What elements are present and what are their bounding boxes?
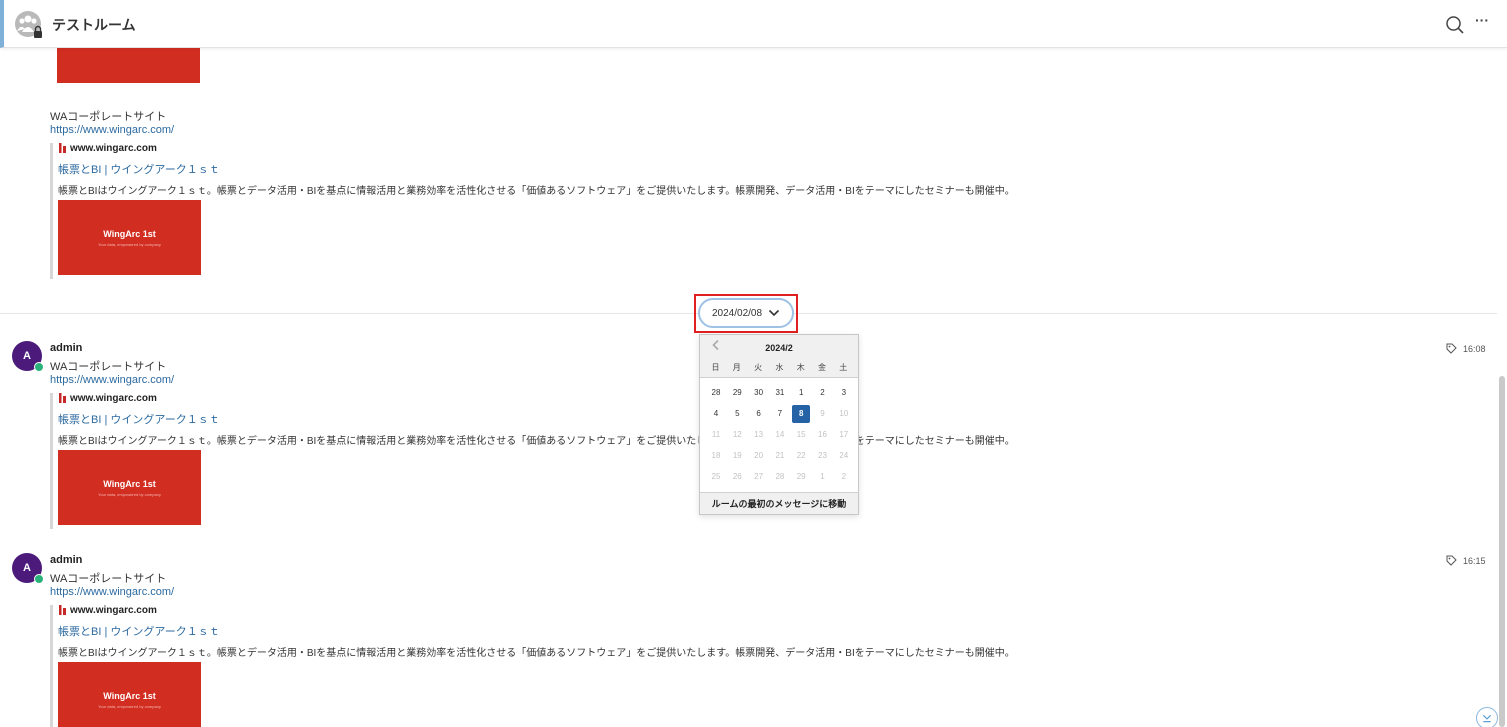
group-room-icon [15,11,42,38]
preview-image-tagline: Your data, empowered by company [98,704,161,709]
calendar-day: 1 [820,472,825,481]
tag-icon[interactable] [1446,555,1457,566]
calendar-day: 19 [732,451,742,460]
preview-description: 帳票とBIはウイングアーク１ｓｔ。帳票とデータ活用・BIを基点に情報活用と業務効… [58,648,1015,659]
preview-description: 帳票とBIはウイングアーク１ｓｔ。帳票とデータ活用・BIを基点に情報活用と業務効… [58,436,1015,447]
preview-title-link[interactable]: 帳票とBI | ウイングアーク１ｓｔ [58,411,220,427]
calendar-weekday: 土 [839,363,848,372]
scroll-to-bottom-icon[interactable] [1476,707,1498,727]
room-title: テストルーム [52,17,136,33]
message-time: 16:15 [1463,556,1486,566]
calendar-weekday: 水 [775,363,784,372]
site-favicon-icon [59,143,66,154]
link-preview: www.wingarc.com 帳票とBI | ウイングアーク１ｓｔ 帳票とBI… [50,143,1070,279]
date-picker-popup: 2024/2 日月火水木金土 28 29 30 31 1 2 3 4 5 6 7 8 9 10 11 12 13… [699,334,859,515]
calendar-month: 2024/2 [765,343,793,353]
message-link[interactable]: https://www.wingarc.com/ [50,374,174,386]
preview-site-label: www.wingarc.com [70,393,157,404]
more-options-button[interactable]: ··· [1475,12,1497,34]
link-preview-image [57,48,200,83]
calendar-day: 27 [754,472,764,481]
calendar-day: 23 [818,451,827,460]
calendar-day: 2 [841,472,847,481]
message-link[interactable]: https://www.wingarc.com/ [50,124,174,136]
calendar-day: 14 [775,430,785,439]
preview-site: www.wingarc.com [58,605,157,616]
jump-to-first-message-button[interactable]: ルームの最初のメッセージに移動 [700,492,858,514]
link-preview: www.wingarc.com 帳票とBI | ウイングアーク１ｓｔ 帳票とBI… [50,393,1070,529]
preview-site-label: www.wingarc.com [70,143,157,154]
calendar-day: 10 [839,409,849,418]
calendar-weekday: 金 [818,363,826,372]
calendar-day: 13 [754,430,764,439]
message-author[interactable]: admin [50,342,82,354]
scrollbar[interactable] [1499,376,1505,727]
preview-site-label: www.wingarc.com [70,605,157,616]
calendar-day: 28 [775,472,785,481]
preview-title-link[interactable]: 帳票とBI | ウイングアーク１ｓｔ [58,623,220,639]
calendar-day[interactable]: 7 [771,405,789,423]
calendar-day: 21 [775,451,785,460]
preview-title-link[interactable]: 帳票とBI | ウイングアーク１ｓｔ [58,161,220,177]
calendar-weekday: 火 [754,363,763,372]
calendar-day[interactable]: 4 [707,405,725,423]
preview-image-tagline: Your data, empowered by company [98,492,161,497]
message-text: WAコーポレートサイト [50,361,167,373]
calendar-day: 12 [732,430,742,439]
preview-image-brand: WingArc 1st [103,229,156,239]
preview-site: www.wingarc.com [58,393,157,404]
calendar-day[interactable]: 28 [707,384,725,402]
preview-image-brand: WingArc 1st [103,691,156,701]
online-status-icon [34,574,44,584]
calendar-day[interactable]: 1 [792,384,810,402]
online-status-icon [34,362,44,372]
calendar-weekday: 日 [711,363,720,372]
calendar-day: 18 [711,451,721,460]
room-header: テストルーム ··· [0,0,1507,48]
site-favicon-icon [59,393,66,404]
preview-image: WingArc 1st Your data, empowered by comp… [58,200,201,275]
preview-description: 帳票とBIはウイングアーク１ｓｔ。帳票とデータ活用・BIを基点に情報活用と業務効… [58,186,1015,197]
calendar-day: 17 [839,430,849,439]
link-preview: www.wingarc.com 帳票とBI | ウイングアーク１ｓｔ 帳票とBI… [50,605,1070,727]
tag-icon[interactable] [1446,343,1457,354]
calendar-day[interactable]: 30 [750,384,768,402]
preview-site: www.wingarc.com [58,143,157,154]
message-time: 16:08 [1463,344,1486,354]
calendar-day[interactable]: 5 [728,405,746,423]
calendar-day: 16 [818,430,827,439]
calendar-day: 24 [839,451,849,460]
calendar-day[interactable]: 2 [814,384,832,402]
calendar-weekday: 月 [732,363,741,372]
calendar-day: 26 [732,472,742,481]
calendar-day[interactable]: 3 [835,384,853,402]
preview-image: WingArc 1st Your data, empowered by comp… [58,662,201,727]
calendar-day: 25 [711,472,721,481]
calendar-day[interactable]: 6 [750,405,768,423]
message-author[interactable]: admin [50,554,82,566]
calendar-day: 22 [796,451,806,460]
calendar-day-selected[interactable]: 8 [792,405,811,423]
calendar-weekday: 木 [796,363,805,372]
calendar-day: 11 [711,430,721,439]
preview-image-brand: WingArc 1st [103,479,156,489]
preview-image-tagline: Your data, empowered by company [98,242,161,247]
preview-image: WingArc 1st Your data, empowered by comp… [58,450,201,525]
calendar-day: 20 [754,451,764,460]
calendar-day[interactable]: 31 [771,384,789,402]
calendar-day[interactable]: 29 [728,384,746,402]
message-text: WAコーポレートサイト [50,111,167,123]
calendar-day: 15 [796,430,806,439]
message-link[interactable]: https://www.wingarc.com/ [50,586,174,598]
message-text: WAコーポレートサイト [50,573,167,585]
calendar-header: 2024/2 日 月 火 水 木 金 土 [700,335,858,378]
highlight-annotation [694,294,798,333]
calendar-day: 29 [796,472,806,481]
search-icon[interactable] [1444,14,1466,36]
calendar-day: 9 [820,409,825,418]
site-favicon-icon [59,605,66,616]
